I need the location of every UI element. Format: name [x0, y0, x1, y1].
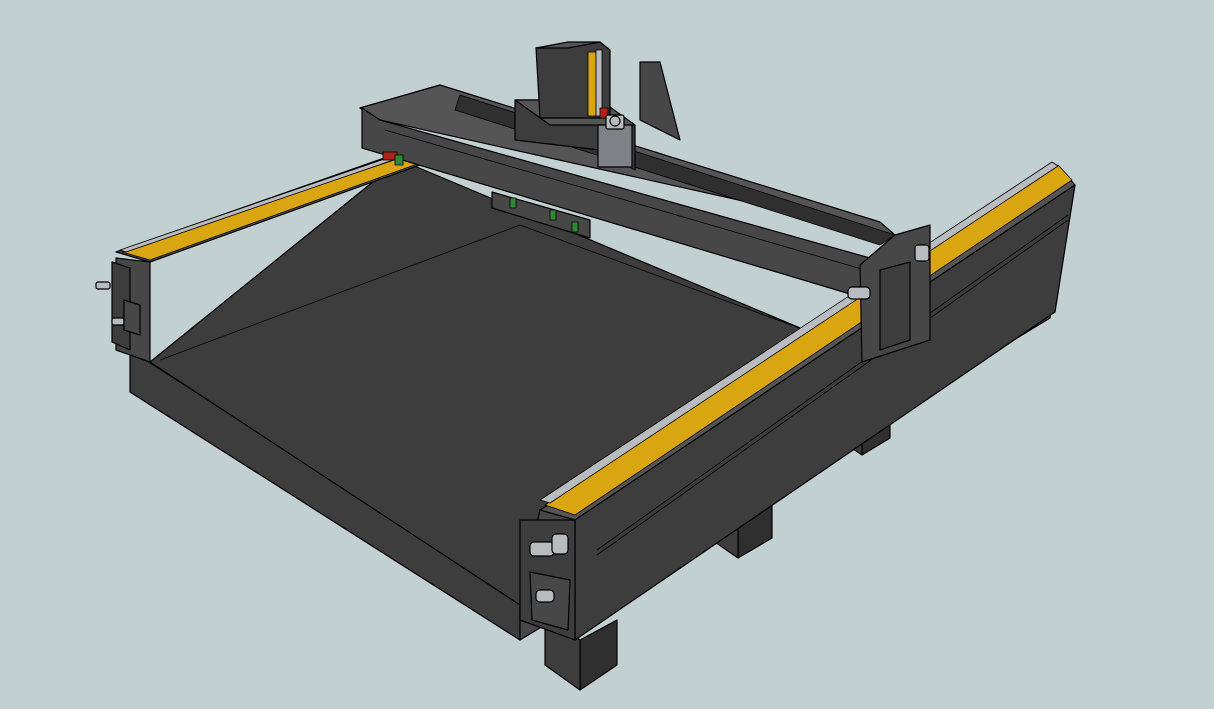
cnc-router-3d-model[interactable]: [0, 0, 1214, 709]
z-axis-column: [535, 41, 611, 119]
model-viewport[interactable]: [0, 0, 1214, 709]
